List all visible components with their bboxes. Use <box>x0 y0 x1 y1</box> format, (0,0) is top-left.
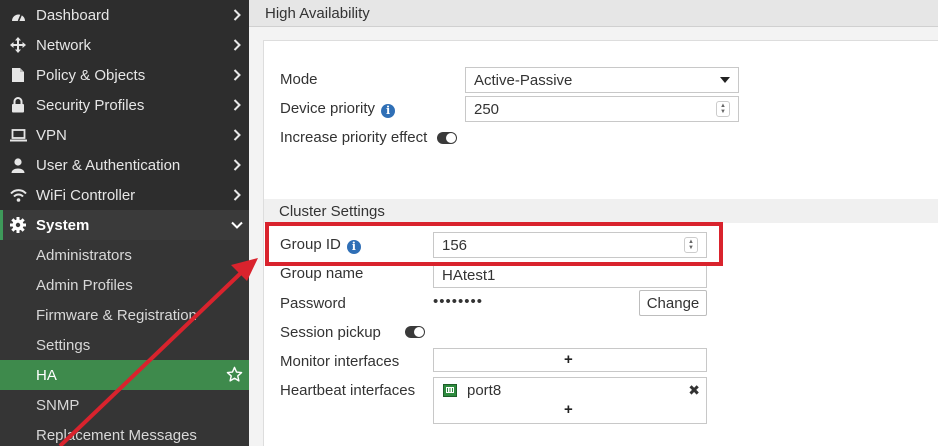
annotation-arrow <box>58 258 258 446</box>
